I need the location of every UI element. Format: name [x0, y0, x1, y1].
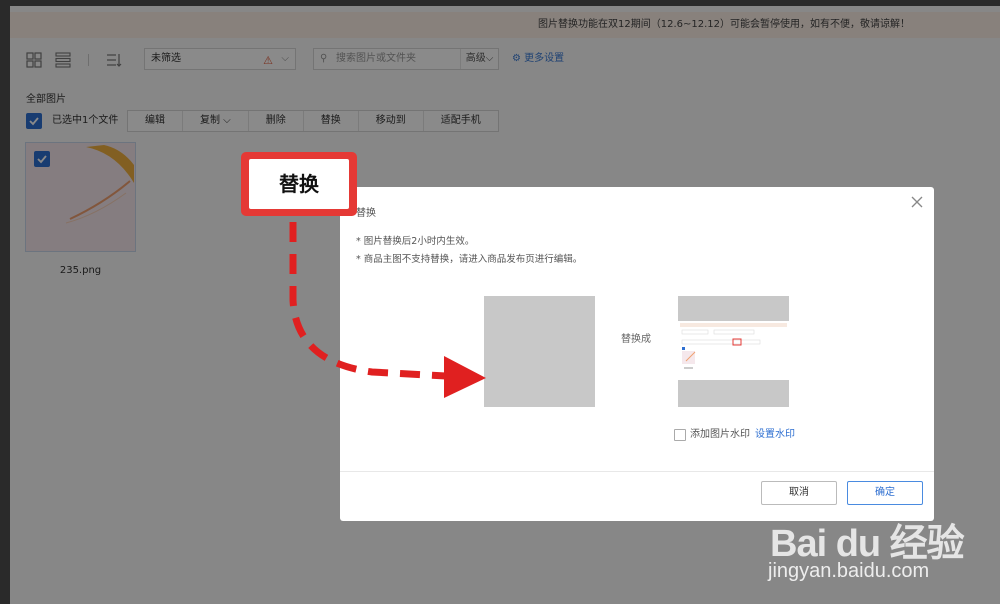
- arrow-head: [444, 356, 486, 398]
- annotation-callout: 替换: [241, 152, 357, 216]
- callout-text: 替换: [249, 159, 349, 209]
- baidu-jingyan-watermark: Bai du 经验 jingyan.baidu.com: [766, 504, 980, 594]
- watermark-url: jingyan.baidu.com: [768, 560, 930, 582]
- watermark-logo: Bai du 经验: [770, 523, 965, 565]
